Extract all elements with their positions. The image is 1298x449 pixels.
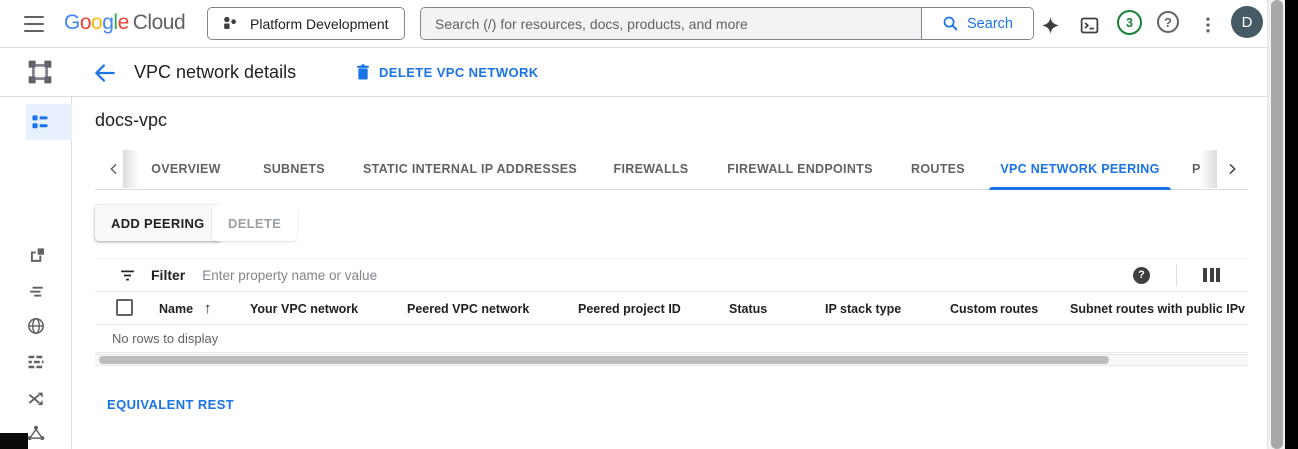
vertical-scrollbar bbox=[1267, 0, 1285, 449]
gemini-sparkle-icon[interactable] bbox=[1039, 14, 1061, 36]
search-input[interactable] bbox=[421, 8, 921, 39]
column-header-ip-stack-type[interactable]: IP stack type bbox=[825, 292, 901, 325]
help-icon[interactable]: ? bbox=[1157, 11, 1179, 33]
sidebar-item-ip-addresses[interactable] bbox=[0, 237, 72, 273]
sidebar-nav bbox=[0, 97, 72, 449]
tab-static-internal-ip-addresses[interactable]: STATIC INTERNAL IP ADDRESSES bbox=[348, 148, 592, 190]
external-ip-icon bbox=[27, 246, 46, 265]
more-vert-icon[interactable] bbox=[1197, 14, 1219, 36]
page-header: VPC network details DELETE VPC NETWORK bbox=[0, 48, 1285, 97]
vpc-network-product-icon bbox=[27, 59, 53, 85]
tab-subnets[interactable]: SUBNETS bbox=[253, 148, 335, 190]
vpc-networks-icon bbox=[30, 112, 50, 132]
tab-overview[interactable]: OVERVIEW bbox=[141, 148, 231, 190]
empty-table-message: No rows to display bbox=[112, 325, 218, 352]
search-button-label: Search bbox=[967, 16, 1013, 32]
search-icon bbox=[942, 15, 959, 32]
vertical-scrollbar-thumb[interactable] bbox=[1271, 0, 1283, 449]
delete-button[interactable]: DELETE bbox=[212, 205, 297, 241]
top-bar: GoogleCloud Platform Development Search bbox=[0, 0, 1285, 48]
project-selector[interactable]: Platform Development bbox=[207, 7, 405, 40]
screen-edge-artifact-right bbox=[1285, 0, 1298, 449]
filter-icon[interactable] bbox=[119, 267, 136, 284]
cloud-shell-icon[interactable] bbox=[1078, 14, 1100, 36]
filter-label: Filter bbox=[151, 267, 185, 283]
logo-google-text: Google bbox=[64, 11, 129, 34]
routes-icon bbox=[26, 388, 46, 408]
tab-firewalls[interactable]: FIREWALLS bbox=[605, 148, 697, 190]
sidebar-item-routes[interactable] bbox=[0, 380, 72, 416]
column-header-peered-vpc-network[interactable]: Peered VPC network bbox=[407, 292, 529, 325]
google-cloud-logo[interactable]: GoogleCloud bbox=[64, 11, 185, 35]
column-header-peered-project-id[interactable]: Peered project ID bbox=[578, 292, 681, 325]
notifications-count: 3 bbox=[1126, 16, 1133, 30]
own-ip-lines-icon bbox=[27, 282, 46, 301]
select-all-checkbox[interactable] bbox=[116, 299, 133, 316]
filter-help-glyph: ? bbox=[1138, 269, 1145, 281]
gcp-console: GoogleCloud Platform Development Search bbox=[0, 0, 1298, 449]
back-arrow-icon[interactable] bbox=[92, 60, 118, 86]
sidebar-item-globe[interactable] bbox=[0, 308, 72, 344]
project-icon bbox=[221, 15, 239, 33]
sidebar-item-vpc-networks[interactable] bbox=[26, 104, 72, 140]
column-header-name[interactable]: Name ↑ bbox=[159, 292, 212, 325]
screen-edge-artifact-bottom-left bbox=[0, 433, 28, 449]
filter-help-icon[interactable]: ? bbox=[1133, 267, 1150, 284]
tab-vpc-network-peering[interactable]: VPC NETWORK PEERING bbox=[989, 148, 1171, 190]
search-button[interactable]: Search bbox=[921, 8, 1033, 39]
logo-cloud-text: Cloud bbox=[133, 11, 185, 34]
globe-icon bbox=[26, 316, 46, 336]
table-header-row: Name ↑ Your VPC network Peered VPC netwo… bbox=[95, 292, 1248, 325]
network-name: docs-vpc bbox=[95, 110, 167, 131]
page-title: VPC network details bbox=[134, 48, 296, 97]
filter-input[interactable] bbox=[202, 268, 1133, 283]
column-header-custom-routes[interactable]: Custom routes bbox=[950, 292, 1038, 325]
delete-vpc-network-button[interactable]: DELETE VPC NETWORK bbox=[356, 48, 539, 97]
trash-icon bbox=[356, 64, 370, 81]
avatar[interactable]: D bbox=[1231, 6, 1263, 38]
horizontal-scrollbar-thumb[interactable] bbox=[99, 356, 1109, 364]
firewall-icon bbox=[26, 352, 46, 372]
vpc-peering-icon bbox=[26, 424, 46, 444]
delete-vpc-network-label: DELETE VPC NETWORK bbox=[379, 65, 539, 80]
avatar-initial: D bbox=[1242, 14, 1253, 31]
add-peering-button[interactable]: ADD PEERING bbox=[95, 205, 221, 241]
sidebar-item-firewall[interactable] bbox=[0, 344, 72, 380]
tab-routes[interactable]: ROUTES bbox=[895, 148, 981, 190]
sort-asc-icon: ↑ bbox=[204, 300, 212, 317]
sidebar-item-own-ip[interactable] bbox=[0, 273, 72, 309]
column-header-your-vpc-network[interactable]: Your VPC network bbox=[250, 292, 358, 325]
toolbar-divider bbox=[1176, 264, 1177, 286]
tabs-scroll-right-icon[interactable] bbox=[1218, 148, 1246, 190]
help-glyph: ? bbox=[1164, 15, 1172, 30]
column-display-icon[interactable] bbox=[1203, 268, 1220, 282]
column-header-status[interactable]: Status bbox=[729, 292, 767, 325]
hamburger-menu-icon[interactable] bbox=[22, 13, 46, 35]
tabs-right-scrim bbox=[1200, 150, 1217, 188]
table-bottom-divider bbox=[95, 352, 1248, 353]
equivalent-rest-link[interactable]: EQUIVALENT REST bbox=[107, 397, 234, 412]
filter-toolbar: Filter ? bbox=[95, 258, 1248, 292]
tab-firewall-endpoints[interactable]: FIREWALL ENDPOINTS bbox=[722, 148, 878, 190]
notifications-badge[interactable]: 3 bbox=[1117, 10, 1142, 35]
project-name: Platform Development bbox=[250, 16, 389, 32]
tabs-left-scrim bbox=[123, 150, 139, 188]
horizontal-scrollbar bbox=[95, 354, 1248, 366]
column-header-subnet-routes[interactable]: Subnet routes with public IPv bbox=[1070, 292, 1246, 325]
global-search: Search bbox=[420, 7, 1034, 40]
